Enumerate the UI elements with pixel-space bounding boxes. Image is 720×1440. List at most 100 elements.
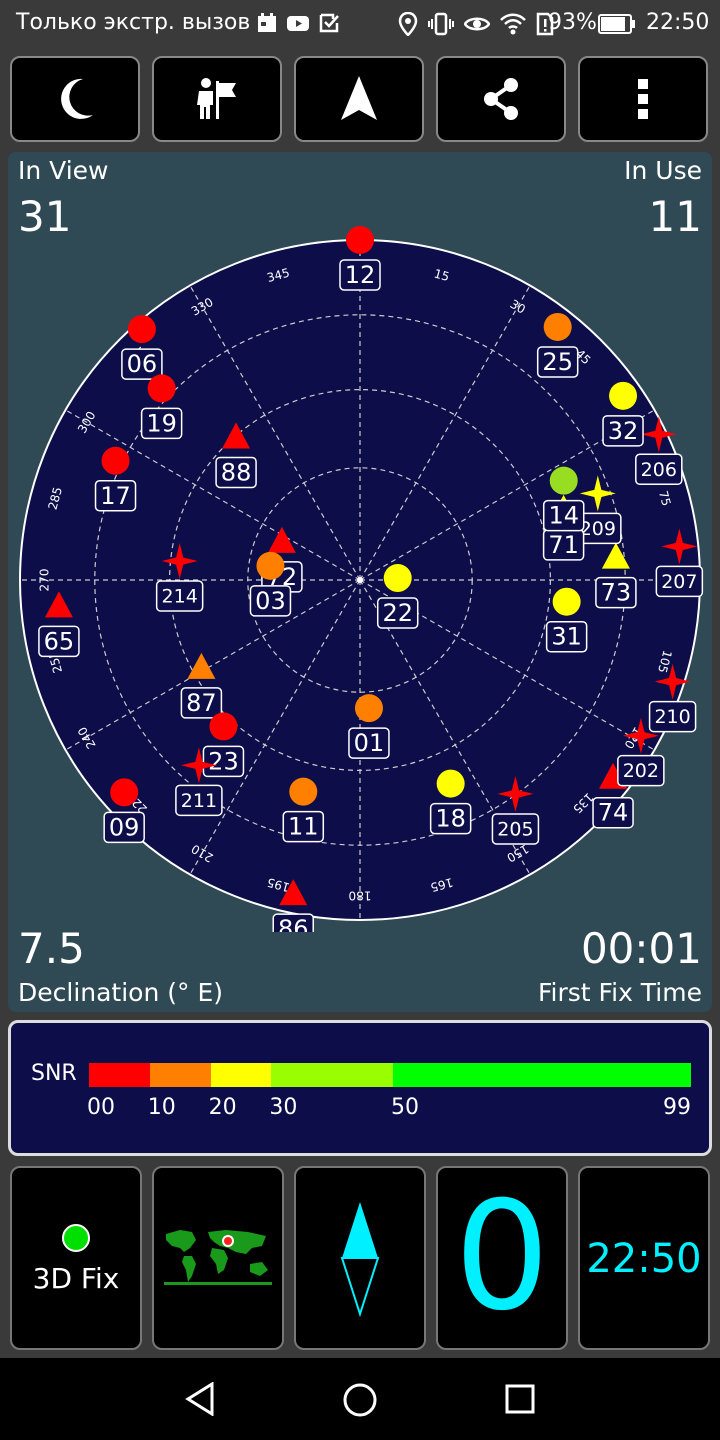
satellite-label: 03 — [255, 587, 286, 615]
satellite-label: 214 — [162, 586, 198, 608]
satellite-marker — [436, 769, 465, 798]
checkbox-icon — [319, 13, 339, 33]
satellite-marker — [354, 694, 383, 723]
carrier-text: Только экстр. вызов — [16, 10, 251, 35]
night-mode-button[interactable] — [10, 56, 140, 142]
satellite-label: 22 — [382, 599, 413, 627]
battery-percent: 93% — [548, 10, 597, 35]
snr-segment — [149, 1063, 211, 1087]
battery-icon — [598, 14, 635, 34]
zenith-dot — [357, 577, 363, 583]
fix-indicator-icon — [62, 1224, 90, 1252]
satellite-label: 65 — [44, 627, 75, 655]
bearing-label: 180 — [349, 889, 372, 903]
gps-test-icon — [197, 78, 236, 119]
vibrate-icon — [428, 12, 454, 36]
satellite-marker — [383, 564, 412, 593]
bearing-label: 270 — [38, 569, 52, 592]
satellite-marker — [110, 778, 139, 807]
snr-tick: 00 — [87, 1095, 115, 1120]
satellite-marker — [346, 226, 374, 254]
navigation-button[interactable] — [294, 56, 424, 142]
fix-label: 3D Fix — [32, 1262, 120, 1295]
satellite-label: 18 — [435, 805, 466, 833]
satellite-label: 209 — [580, 518, 616, 540]
satellite-marker — [147, 374, 176, 403]
declination-label: Declination (° E) — [18, 978, 224, 1007]
eye-icon — [464, 17, 490, 31]
compass-needle-icon — [340, 1202, 380, 1318]
satellite-marker — [209, 712, 238, 741]
sky-view-panel: In View 31 In Use 11 7.5 Declination (° … — [8, 152, 712, 1012]
satellite-label: 12 — [345, 261, 376, 289]
satellite-label: 206 — [641, 459, 677, 481]
snr-segment — [89, 1063, 150, 1087]
satellite-marker — [127, 315, 156, 344]
satellite-marker — [609, 381, 638, 410]
share-button[interactable] — [436, 56, 566, 142]
snr-tick: 50 — [391, 1095, 420, 1120]
snr-tick: 30 — [269, 1095, 298, 1120]
home-icon[interactable] — [342, 1382, 378, 1418]
navigation-bar — [0, 1358, 720, 1440]
status-bar: Только экстр. вызов 93% 22:50 — [0, 0, 720, 48]
satellite-label: 88 — [221, 458, 252, 486]
satellite-label: 19 — [146, 409, 177, 437]
compass-tile[interactable] — [294, 1166, 426, 1350]
satellite-marker — [543, 312, 572, 341]
satellite-label: 210 — [654, 706, 690, 728]
battery-fill — [601, 17, 625, 31]
satellite-label: 86 — [278, 915, 309, 932]
snr-tick: 99 — [663, 1095, 691, 1120]
satellite-label: 71 — [548, 531, 579, 559]
world-map-tile[interactable] — [152, 1166, 284, 1350]
satellite-label: 74 — [598, 799, 629, 827]
satellite-label: 31 — [551, 623, 582, 651]
satellite-marker — [101, 446, 130, 475]
snr-segment — [210, 1063, 272, 1087]
snr-segment — [271, 1063, 394, 1087]
satellite-label: 09 — [109, 813, 140, 841]
share-icon — [484, 78, 518, 120]
satellite-marker — [289, 777, 318, 806]
satellite-label: 202 — [623, 760, 659, 782]
satellite-label: 11 — [288, 813, 319, 841]
back-icon[interactable] — [184, 1382, 216, 1416]
snr-label: SNR — [31, 1061, 77, 1086]
clock-value: 22:50 — [586, 1236, 702, 1282]
fix-status-tile[interactable]: 3D Fix — [10, 1166, 142, 1350]
status-time: 22:50 — [646, 10, 710, 35]
sky-plot: 0153045607590105120135150165180195210225… — [19, 226, 704, 932]
youtube-icon — [287, 16, 309, 31]
night-mode-icon — [61, 78, 93, 119]
satellite-marker — [256, 551, 285, 580]
world-map-icon — [164, 1230, 272, 1285]
satellite-label: 23 — [208, 747, 239, 775]
gps-test-button[interactable] — [152, 56, 282, 142]
wifi-icon — [500, 13, 526, 35]
snr-tick: 10 — [147, 1095, 176, 1120]
speed-tile[interactable]: 0 — [436, 1166, 568, 1350]
clock-tile[interactable]: 22:50 — [578, 1166, 710, 1350]
speed-value: 0 — [454, 1170, 550, 1344]
more-menu-icon — [638, 79, 648, 119]
calendar-icon — [258, 13, 276, 32]
satellite-marker — [549, 466, 578, 495]
location-icon — [398, 12, 418, 36]
satellite-label: 01 — [354, 729, 385, 757]
satellite-label: 205 — [497, 818, 533, 840]
more-menu-button[interactable] — [578, 56, 708, 142]
snr-segment — [393, 1063, 691, 1087]
satellite-label: 211 — [181, 790, 217, 812]
satellite-label: 207 — [661, 571, 697, 593]
satellite-label: 73 — [601, 579, 632, 607]
satellite-label: 25 — [542, 348, 573, 376]
snr-legend-panel: SNR 00 10 20 30 50 99 — [8, 1020, 712, 1156]
first-fix-label: First Fix Time — [538, 978, 702, 1007]
snr-tick: 20 — [208, 1095, 237, 1120]
satellite-label: 87 — [186, 689, 217, 717]
recents-icon[interactable] — [504, 1383, 536, 1415]
satellite-label: 06 — [127, 350, 158, 378]
satellite-label: 14 — [548, 502, 579, 530]
satellite-label: 32 — [608, 417, 639, 445]
